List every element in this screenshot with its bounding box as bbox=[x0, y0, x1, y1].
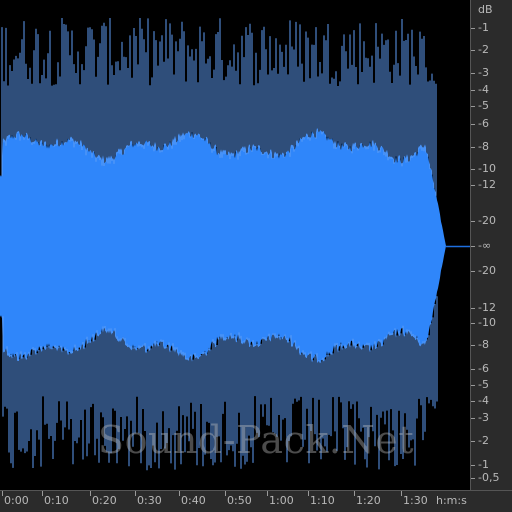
amplitude-tick bbox=[471, 465, 475, 466]
amplitude-label: -5 bbox=[478, 378, 489, 391]
time-tick bbox=[354, 491, 355, 496]
amplitude-tick bbox=[471, 345, 475, 346]
amplitude-label: -4 bbox=[478, 394, 489, 407]
amplitude-tick bbox=[471, 385, 475, 386]
amplitude-label: -6 bbox=[478, 117, 489, 130]
time-tick bbox=[308, 491, 309, 496]
amplitude-tick bbox=[471, 90, 475, 91]
amplitude-tick bbox=[471, 246, 475, 247]
amplitude-tick bbox=[471, 185, 475, 186]
time-tick bbox=[225, 491, 226, 496]
time-label: 0:30 bbox=[137, 494, 162, 507]
amplitude-label: -12 bbox=[478, 178, 496, 191]
time-label: 0:10 bbox=[44, 494, 69, 507]
amplitude-label: -10 bbox=[478, 162, 496, 175]
amplitude-unit-label: dB bbox=[478, 3, 493, 16]
waveform-display[interactable] bbox=[0, 0, 470, 490]
amplitude-tick bbox=[471, 28, 475, 29]
amplitude-label: -8 bbox=[478, 140, 489, 153]
amplitude-label: -20 bbox=[478, 264, 496, 277]
amplitude-label: -3 bbox=[478, 411, 489, 424]
time-tick bbox=[2, 491, 3, 496]
amplitude-ruler: dB -1 -2 -3 -4 -5 -6 -8 -10 -12 -20 -∞ -20 -12 -10 -8 -… bbox=[470, 0, 512, 490]
time-tick bbox=[135, 491, 136, 496]
amplitude-tick bbox=[471, 50, 475, 51]
amplitude-label: -∞ bbox=[478, 239, 492, 252]
waveform-body bbox=[0, 128, 470, 364]
time-unit-label: h:m:s bbox=[436, 494, 467, 507]
amplitude-label: -12 bbox=[478, 301, 496, 314]
amplitude-label: -5 bbox=[478, 99, 489, 112]
time-tick bbox=[179, 491, 180, 496]
amplitude-tick bbox=[471, 106, 475, 107]
time-tick bbox=[90, 491, 91, 496]
amplitude-tick bbox=[471, 478, 475, 479]
amplitude-tick bbox=[471, 323, 475, 324]
amplitude-tick bbox=[471, 221, 475, 222]
amplitude-tick bbox=[471, 147, 475, 148]
amplitude-label: -4 bbox=[478, 83, 489, 96]
time-label: 0:40 bbox=[181, 494, 206, 507]
time-label: 0:00 bbox=[4, 494, 29, 507]
amplitude-tick bbox=[471, 271, 475, 272]
amplitude-label: -1 bbox=[478, 21, 489, 34]
amplitude-label: -0,5 bbox=[478, 471, 500, 484]
amplitude-tick bbox=[471, 73, 475, 74]
amplitude-label: -20 bbox=[478, 214, 496, 227]
amplitude-tick bbox=[471, 418, 475, 419]
time-label: 0:50 bbox=[227, 494, 252, 507]
amplitude-label: -6 bbox=[478, 362, 489, 375]
amplitude-label: -3 bbox=[478, 66, 489, 79]
time-label: 1:10 bbox=[310, 494, 335, 507]
time-tick bbox=[401, 491, 402, 496]
amplitude-tick bbox=[471, 401, 475, 402]
amplitude-label: -10 bbox=[478, 316, 496, 329]
time-label: 1:00 bbox=[269, 494, 294, 507]
amplitude-label: -2 bbox=[478, 43, 489, 56]
time-label: 1:30 bbox=[403, 494, 428, 507]
amplitude-tick bbox=[471, 124, 475, 125]
waveform-svg[interactable] bbox=[0, 0, 470, 490]
time-label: 1:20 bbox=[356, 494, 381, 507]
time-label: 0:20 bbox=[92, 494, 117, 507]
amplitude-label: -2 bbox=[478, 434, 489, 447]
amplitude-tick bbox=[471, 369, 475, 370]
amplitude-tick bbox=[471, 308, 475, 309]
amplitude-label: -8 bbox=[478, 338, 489, 351]
amplitude-label: -1 bbox=[478, 458, 489, 471]
amplitude-tick bbox=[471, 441, 475, 442]
amplitude-tick bbox=[471, 169, 475, 170]
time-ruler[interactable]: h:m:s 0:00 0:10 0:20 0:30 0:40 0:50 1:00 1:10 1:… bbox=[0, 490, 512, 512]
time-tick bbox=[42, 491, 43, 496]
time-tick bbox=[267, 491, 268, 496]
